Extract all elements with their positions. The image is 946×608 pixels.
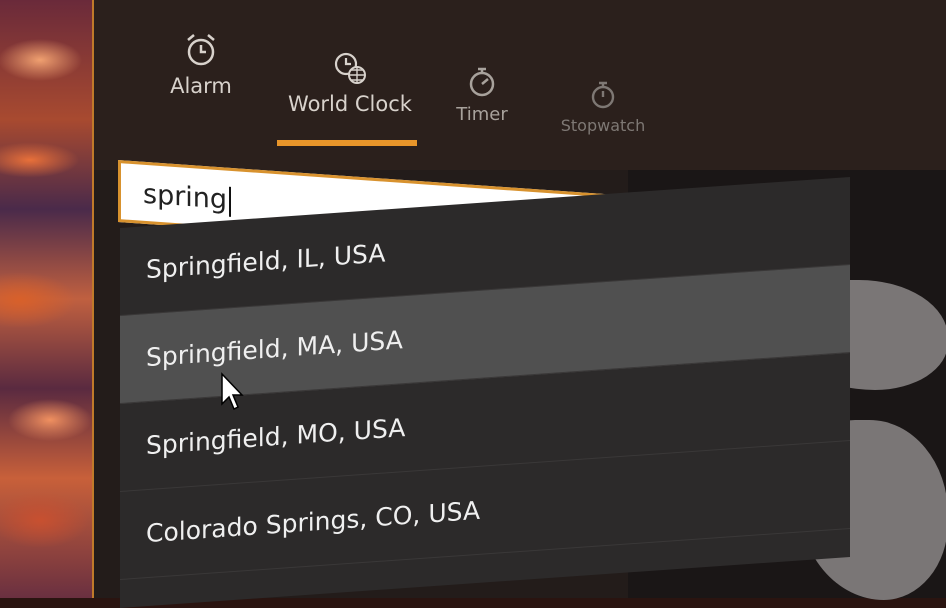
nav-world-clock[interactable]: World Clock: [280, 50, 420, 116]
nav-timer-label: Timer: [456, 104, 508, 125]
nav-world-clock-label: World Clock: [288, 92, 412, 116]
mouse-cursor-icon: [221, 372, 244, 411]
stopwatch-timer-icon: [469, 67, 495, 97]
text-caret: [229, 186, 232, 217]
search-input-value: spring: [143, 178, 228, 216]
top-navigation: Alarm World Clock Timer Stopwatch: [94, 0, 946, 170]
nav-stopwatch-label: Stopwatch: [560, 116, 646, 135]
nav-timer[interactable]: Timer: [452, 66, 512, 125]
nav-alarm[interactable]: Alarm: [166, 32, 236, 98]
active-tab-indicator: [277, 140, 417, 146]
stopwatch-icon: [591, 81, 615, 109]
nav-alarm-label: Alarm: [170, 74, 232, 98]
alarm-clock-icon: [187, 34, 215, 66]
globe-clock-icon: [334, 52, 366, 84]
nav-stopwatch[interactable]: Stopwatch: [556, 80, 650, 135]
